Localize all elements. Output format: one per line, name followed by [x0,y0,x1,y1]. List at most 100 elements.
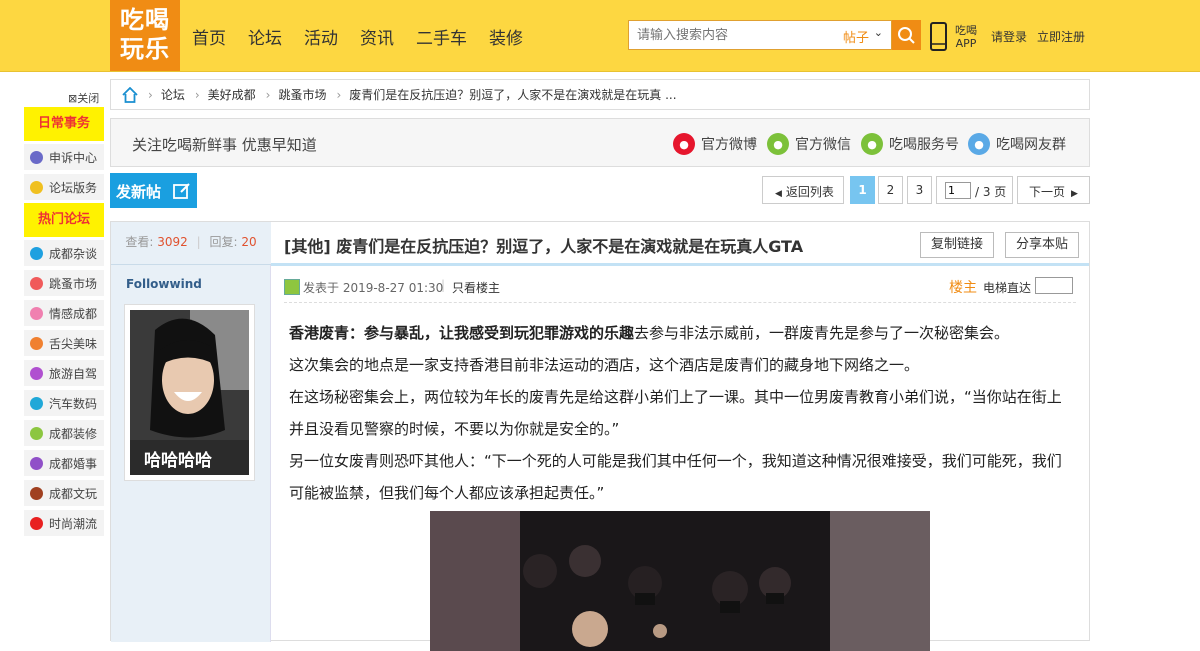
login-link[interactable]: 请登录 [991,28,1027,45]
author-avatar[interactable]: 哈哈哈哈 [124,304,255,481]
sidebar-item-label: 情感成都 [49,306,98,321]
post-date: 发表于 2019-8-27 01:30 [303,281,444,295]
follow-item-label: 官方微博 [701,137,757,153]
sidebar-item-cars[interactable]: 汽车数码 [24,390,104,416]
sidebar-item-travel[interactable]: 旅游自驾 [24,360,104,386]
sidebar-item-label: 成都杂谈 [49,246,98,261]
nav-used-cars[interactable]: 二手车 [416,24,467,49]
online-status-icon [284,279,300,295]
follow-item-label: 官方微信 [795,137,851,153]
post-title-bar: [其他] 废青们是在反抗压迫？别逗了，人家不是在演戏就是在玩真人GTA 复制链接… [271,222,1089,266]
post-title: [其他] 废青们是在反抗压迫？别逗了，人家不是在演戏就是在玩真人GTA [284,237,804,256]
sidebar-item-wedding[interactable]: 成都婚事 [24,450,104,476]
follow-item-label: 吃喝网友群 [996,137,1066,153]
breadcrumb: › 论坛 › 美好成都 › 跳蚤市场 › 废青们是在反抗压迫？别逗了，人家不是在… [110,79,1090,110]
breadcrumb-separator: › [194,87,200,102]
post-photo[interactable] [430,511,930,651]
page-jump-input[interactable] [945,182,971,199]
replies-label: 回复: [209,235,238,249]
official-weibo-link[interactable]: ● 官方微博 [673,133,757,155]
elevator-floor-input[interactable] [1035,277,1073,294]
sidebar-item-label: 跳蚤市场 [49,276,98,291]
nav-events[interactable]: 活动 [304,24,338,49]
appeal-icon [30,150,43,164]
follow-slogan: 关注吃喝新鲜事 优惠早知道 [132,136,317,154]
logo-line1: 吃喝 [120,6,170,34]
app-download-link[interactable]: 吃喝 APP [929,22,979,52]
app-label-line2: APP [955,37,977,50]
breadcrumb-flea-market[interactable]: 跳蚤市场 [278,86,326,103]
sidebar-close-link[interactable]: ⊠关闭 [68,90,99,106]
breadcrumb-separator: › [148,87,153,102]
author-name[interactable]: Followwind [126,277,202,291]
site-header: 吃喝 玩乐 首页 论坛 活动 资讯 二手车 装修 帖子 ⌄ 吃喝APP 请登录 … [0,0,1200,72]
sidebar-item-label: 时尚潮流 [49,516,98,531]
avatar-image: 哈哈哈哈 [130,310,249,475]
next-page-label: 下一页 [1029,185,1066,199]
post-paragraph: 这次集会的地点是一家支持香港目前非法运动的酒店，这个酒店是废青们的藏身地下网络之… [289,356,920,374]
sidebar-section-daily: 日常事务 [24,107,104,141]
chat-icon [30,246,43,260]
breadcrumb-separator: › [265,87,271,102]
sidebar-item-forum-admin[interactable]: 论坛版务 [24,174,104,200]
sidebar-item-chat[interactable]: 成都杂谈 [24,240,104,266]
netizen-group-link[interactable]: ● 吃喝网友群 [968,133,1066,155]
views-label: 查看: [125,235,154,249]
page-1-button[interactable]: 1 [850,176,875,204]
nav-news[interactable]: 资讯 [360,24,394,49]
wechat-icon: ● [767,133,789,155]
stats-divider: | [196,235,201,249]
home-icon[interactable] [122,86,138,103]
back-to-list-button[interactable]: ◀ 返回列表 [762,176,844,204]
breadcrumb-forum[interactable]: 论坛 [161,86,185,103]
sidebar-item-appeal[interactable]: 申诉中心 [24,144,104,170]
search-icon [898,27,915,44]
nav-decoration[interactable]: 装修 [489,24,523,49]
sidebar-item-flea-market[interactable]: 跳蚤市场 [24,270,104,296]
nav-forum[interactable]: 论坛 [248,24,282,49]
sidebar-item-label: 旅游自驾 [49,366,98,381]
sidebar-item-fashion[interactable]: 时尚潮流 [24,510,104,536]
register-link[interactable]: 立即注册 [1037,28,1085,45]
page-2-button[interactable]: 2 [878,176,903,204]
sidebar-item-label: 成都文玩 [49,486,98,501]
wechat-service-icon: ● [861,133,883,155]
close-label: 关闭 [77,92,100,105]
breadcrumb-chengdu[interactable]: 美好成都 [208,86,256,103]
search-button[interactable] [892,20,921,50]
nav-home[interactable]: 首页 [192,24,226,49]
site-logo[interactable]: 吃喝 玩乐 [110,0,180,71]
wedding-icon [30,456,43,470]
follow-bar: 关注吃喝新鲜事 优惠早知道 ● 官方微博 ● 官方微信 ● 吃喝服务号 ● 吃喝网友群 [110,118,1090,167]
only-op-link[interactable]: 只看楼主 [452,279,500,296]
chevron-left-icon: ◀ [775,189,782,199]
sidebar-item-label: 舌尖美味 [49,336,98,351]
service-account-link[interactable]: ● 吃喝服务号 [861,133,959,155]
meta-divider: | [441,278,446,292]
sidebar-item-label: 论坛版务 [49,180,98,195]
official-wechat-link[interactable]: ● 官方微信 [767,133,851,155]
new-post-button[interactable]: 发新帖 [110,173,197,208]
sidebar-item-decoration[interactable]: 成都装修 [24,420,104,446]
qq-icon: ● [968,133,990,155]
next-page-button[interactable]: 下一页 ▶ [1017,176,1090,204]
breadcrumb-current-thread[interactable]: 废青们是在反抗压迫？别逗了，人家不是在演戏就是在玩真 ... [349,86,676,103]
search-type-select[interactable]: 帖子 ⌄ [832,20,892,50]
sidebar-item-emotion[interactable]: 情感成都 [24,300,104,326]
sidebar-item-label: 汽车数码 [49,396,98,411]
page-3-button[interactable]: 3 [907,176,932,204]
post-content-column: [其他] 废青们是在反抗压迫？别逗了，人家不是在演戏就是在玩真人GTA 复制链接… [271,222,1089,651]
weibo-icon: ● [673,133,695,155]
car-icon [30,396,43,410]
search-input[interactable] [628,20,833,50]
sidebar-item-food[interactable]: 舌尖美味 [24,330,104,356]
post-author-column: 查看: 3092 | 回复: 20 Followwind 哈哈哈哈 [111,222,271,642]
elevator-label: 电梯直达 [983,281,1032,295]
post-lead-headline: 香港废青：参与暴乱，让我感受到玩犯罪游戏的乐趣 [289,324,635,342]
sidebar-item-label: 成都婚事 [49,456,98,471]
copy-link-button[interactable]: 复制链接 [920,232,994,258]
decoration-icon [30,426,43,440]
search-type-label: 帖子 [843,31,870,46]
share-post-button[interactable]: 分享本贴 [1005,232,1079,258]
sidebar-item-antiques[interactable]: 成都文玩 [24,480,104,506]
